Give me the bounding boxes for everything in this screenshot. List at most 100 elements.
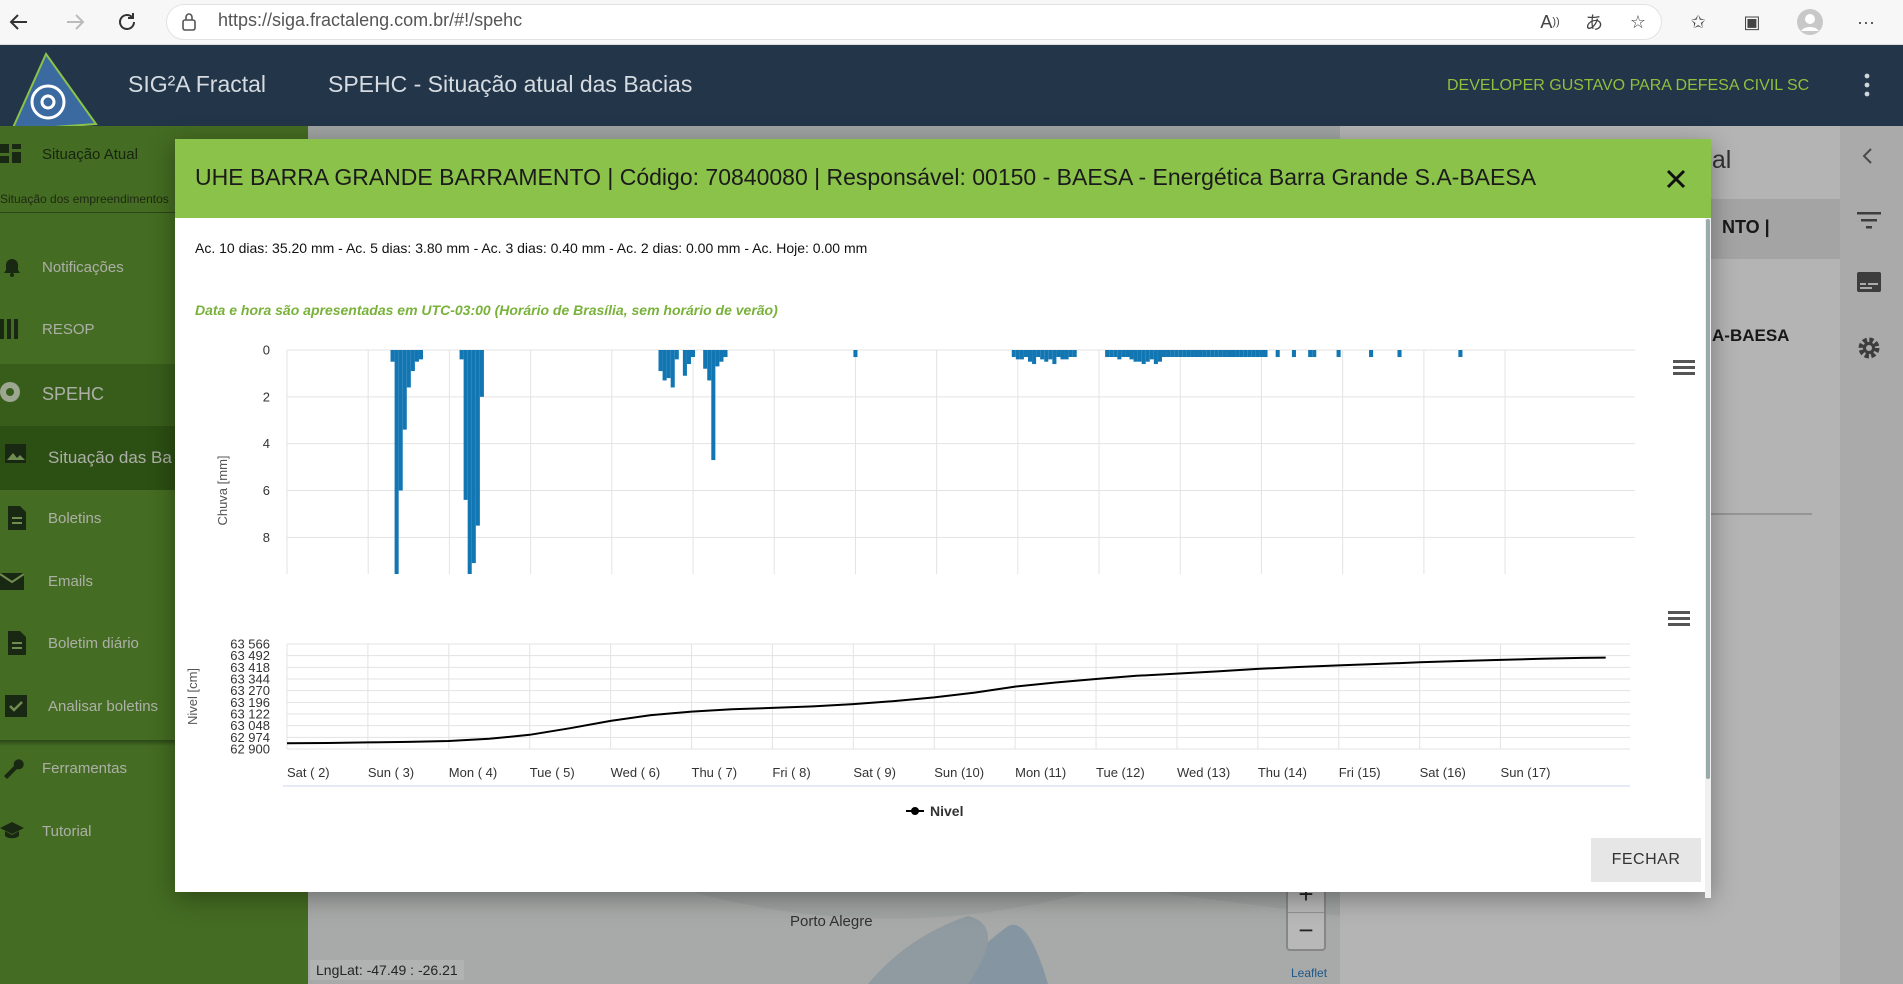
y-axis-label: Chuva [mm] — [215, 455, 230, 525]
back-icon[interactable] — [2, 6, 36, 38]
forward-icon[interactable] — [58, 6, 92, 38]
accumulated-rain-summary: Ac. 10 dias: 35.20 mm - Ac. 5 dias: 3.80… — [195, 240, 868, 256]
y-tick-label: 63 566 — [230, 637, 270, 652]
modal-title: UHE BARRA GRANDE BARRAMENTO | Código: 70… — [195, 164, 1537, 190]
header-menu-icon[interactable] — [1857, 70, 1877, 100]
rain-bar — [703, 350, 708, 369]
rain-bar — [1170, 350, 1175, 358]
rain-bar — [1214, 350, 1219, 358]
rain-bar — [1397, 350, 1402, 358]
rain-bar — [1222, 350, 1227, 358]
rain-bar — [1198, 350, 1203, 358]
rain-bar — [479, 350, 484, 397]
app-logo-icon[interactable] — [8, 51, 98, 132]
url-text[interactable]: https://siga.fractaleng.com.br/#!/spehc — [218, 10, 522, 31]
app-name: SIG²A Fractal — [128, 71, 267, 97]
y-tick-label: 2 — [263, 389, 270, 404]
x-tick-label: Sun ( 3) — [368, 765, 414, 780]
rain-bar — [1458, 350, 1463, 358]
x-tick-label: Tue (12) — [1096, 765, 1145, 780]
modal-scrollbar-thumb[interactable] — [1706, 219, 1710, 779]
rain-bar — [670, 350, 675, 388]
rain-bar — [1060, 350, 1065, 360]
x-tick-label: Wed (13) — [1177, 765, 1230, 780]
close-icon[interactable] — [1663, 166, 1689, 192]
rain-bar — [390, 350, 395, 362]
rain-bar — [1068, 350, 1073, 358]
rain-bar — [1174, 350, 1179, 358]
rain-bar — [666, 350, 671, 379]
rain-bar — [1206, 350, 1211, 358]
translate-icon[interactable]: あ — [1577, 6, 1611, 38]
rain-bar — [1027, 350, 1033, 362]
rain-bar — [711, 350, 716, 461]
favorites-icon[interactable]: ✩ — [1681, 6, 1715, 38]
rain-bar — [1178, 350, 1183, 358]
rain-bar — [1263, 350, 1268, 358]
x-tick-label: Sat ( 9) — [853, 765, 896, 780]
rain-bar — [398, 350, 403, 491]
rain-bar — [1023, 350, 1028, 358]
legend-label: Nivel — [930, 803, 963, 819]
x-tick-label: Wed ( 6) — [611, 765, 661, 780]
rain-bar — [1036, 350, 1041, 358]
chart-menu-icon[interactable] — [1667, 609, 1691, 629]
rain-bar — [1117, 350, 1122, 360]
rain-bar — [1109, 350, 1114, 358]
reload-icon[interactable] — [110, 6, 144, 38]
rain-bar — [1210, 350, 1215, 358]
rain-bar — [662, 350, 667, 381]
rain-bar — [723, 350, 728, 358]
rain-bar — [1121, 350, 1126, 358]
y-tick-label: 8 — [263, 530, 270, 545]
rain-bar — [1145, 350, 1150, 362]
rain-bar — [471, 350, 476, 564]
rain-bar — [1137, 350, 1142, 362]
favorite-add-icon[interactable]: ☆ — [1621, 6, 1655, 38]
rain-bar — [1056, 350, 1061, 358]
chart-menu-icon[interactable] — [1672, 358, 1696, 378]
x-tick-label: Mon (11) — [1015, 765, 1066, 780]
collections-icon[interactable]: ▣ — [1735, 6, 1769, 38]
x-tick-label: Sat (16) — [1420, 765, 1466, 780]
rain-bar — [1308, 350, 1313, 358]
rain-bar — [1048, 350, 1053, 360]
rain-bar — [463, 350, 468, 500]
profile-icon[interactable] — [1793, 6, 1827, 38]
more-icon[interactable]: ··· — [1849, 6, 1883, 38]
rain-bar — [467, 350, 472, 574]
y-tick-label: 6 — [263, 483, 270, 498]
rain-bar — [1105, 350, 1110, 358]
rain-bar — [1129, 350, 1134, 360]
rain-bar — [1157, 350, 1162, 362]
rain-bar — [1064, 350, 1069, 360]
rain-bar — [1243, 350, 1248, 358]
rain-bar — [1044, 350, 1049, 362]
rain-bar — [1336, 350, 1341, 358]
rain-bar — [1133, 350, 1138, 362]
rain-bar — [1113, 350, 1118, 358]
read-aloud-icon[interactable]: A)) — [1533, 6, 1567, 38]
x-tick-label: Sun (10) — [934, 765, 984, 780]
x-tick-label: Sun (17) — [1501, 765, 1551, 780]
rain-bar — [715, 350, 720, 367]
rain-bar — [1149, 350, 1154, 360]
lock-icon — [180, 12, 198, 37]
rain-bar — [707, 350, 712, 381]
rain-bar — [1153, 350, 1158, 365]
rain-bar — [1226, 350, 1232, 358]
rain-bar — [406, 350, 411, 388]
rain-bar — [719, 350, 724, 362]
rain-bar — [1247, 350, 1252, 358]
x-tick-label: Tue ( 5) — [530, 765, 575, 780]
rain-bar — [674, 350, 679, 360]
rain-bar — [1202, 350, 1207, 358]
rain-bar — [1235, 350, 1240, 358]
user-name[interactable]: DEVELOPER GUSTAVO PARA DEFESA CIVIL SC — [1447, 77, 1809, 95]
rain-bar — [414, 350, 419, 362]
fechar-button[interactable]: FECHAR — [1591, 838, 1701, 882]
rain-bar — [1015, 350, 1020, 360]
rain-chart: 024681012Sat ( 2)Sun ( 3)Mon ( 4)Tue ( 5… — [215, 344, 1635, 574]
rain-bar — [1239, 350, 1244, 358]
rain-bar — [410, 350, 415, 372]
